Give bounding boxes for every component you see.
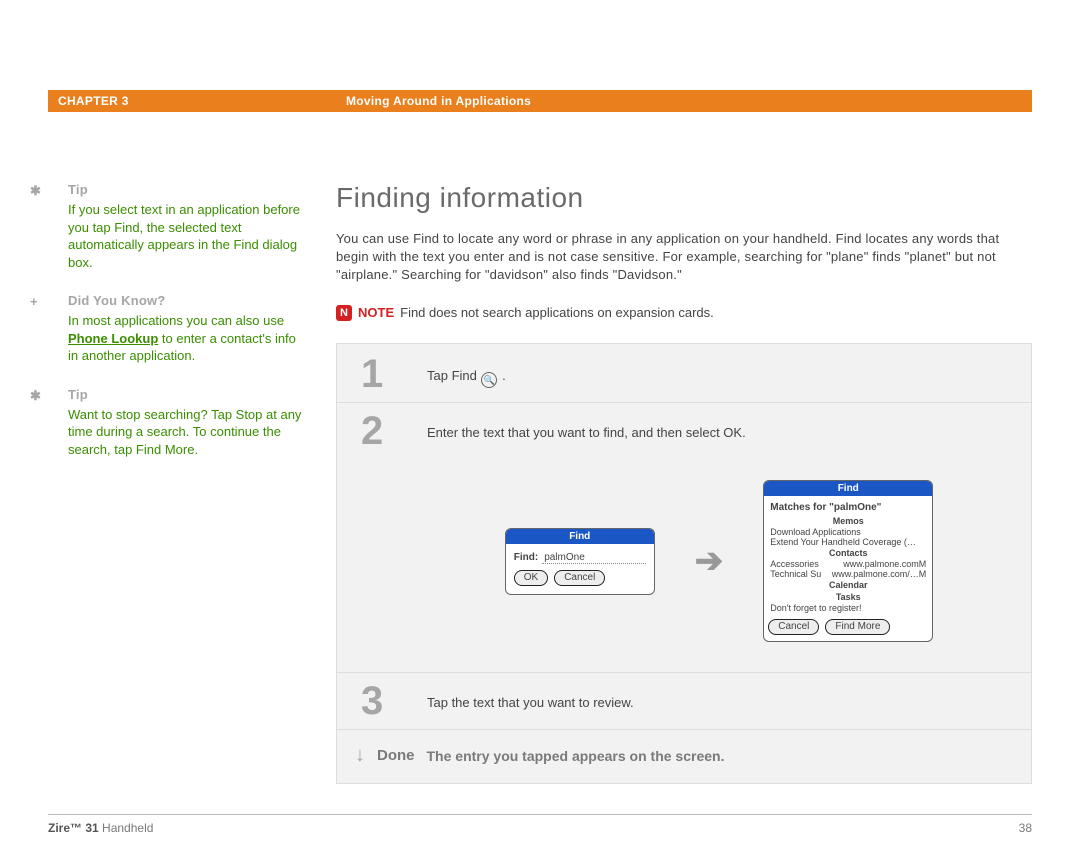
chapter-label: CHAPTER 3 [58, 94, 346, 108]
done-row: ↓ Done The entry you tapped appears on t… [337, 730, 1031, 781]
step-1: 1 Tap Find 🔍 . [337, 346, 1031, 404]
asterisk-icon: ✱ [30, 183, 41, 199]
phone-lookup-link[interactable]: Phone Lookup [68, 331, 158, 346]
tip-heading: Tip [68, 182, 306, 197]
sidebar: ✱ Tip If you select text in an applicati… [48, 182, 336, 784]
note-label: NOTE [358, 305, 394, 320]
results-group: Tasks [768, 591, 928, 603]
step-text: Tap Find 🔍 . [427, 346, 1031, 403]
result-item[interactable]: Technical Su www.palmone.com/…M [768, 569, 928, 579]
find-input[interactable]: palmOne [542, 552, 646, 564]
results-header: Matches for "palmOne" [768, 500, 928, 515]
tip-1: ✱ Tip If you select text in an applicati… [48, 182, 306, 271]
result-item[interactable]: Download Applications [768, 527, 928, 537]
done-text: The entry you tapped appears on the scre… [427, 748, 725, 764]
step-number: 1 [337, 346, 427, 403]
step-number: 3 [337, 673, 427, 729]
footer-brand: Zire™ 31 Handheld [48, 821, 153, 835]
find-dialog: Find Find: palmOne OK Cancel [505, 528, 655, 595]
did-you-know: + Did You Know? In most applications you… [48, 293, 306, 365]
dyk-heading: Did You Know? [68, 293, 306, 308]
note-icon: N [336, 305, 352, 321]
tip-heading: Tip [68, 387, 306, 402]
tip-body: Want to stop searching? Tap Stop at any … [68, 406, 306, 459]
header-bar: CHAPTER 3 Moving Around in Applications [48, 90, 1032, 112]
arrow-right-icon: ➔ [695, 541, 724, 581]
page-number: 38 [1019, 821, 1032, 835]
tip-body: If you select text in an application bef… [68, 201, 306, 271]
find-more-button[interactable]: Find More [825, 619, 890, 635]
note: N NOTE Find does not search applications… [336, 305, 1032, 321]
dialog-title: Find [506, 529, 654, 544]
result-item[interactable]: Extend Your Handheld Coverage (… [768, 537, 928, 547]
step-2: 2 Enter the text that you want to find, … [337, 403, 1031, 673]
dyk-body: In most applications you can also use Ph… [68, 312, 306, 365]
result-item[interactable]: Don't forget to register! [768, 603, 928, 613]
plus-icon: + [30, 294, 38, 309]
step-3: 3 Tap the text that you want to review. [337, 673, 1031, 730]
results-dialog: Find Matches for "palmOne" Memos Downloa… [763, 480, 933, 642]
ok-button[interactable]: OK [514, 570, 548, 586]
arrow-down-icon: ↓ [355, 744, 365, 767]
asterisk-icon: ✱ [30, 388, 41, 404]
results-group: Contacts [768, 547, 928, 559]
results-group: Memos [768, 515, 928, 527]
done-label: Done [377, 747, 415, 764]
tip-2: ✱ Tip Want to stop searching? Tap Stop a… [48, 387, 306, 459]
cancel-button[interactable]: Cancel [768, 619, 819, 635]
result-item[interactable]: Accessories www.palmone.comM [768, 559, 928, 569]
step-text: Tap the text that you want to review. [427, 673, 1031, 729]
intro-text: You can use Find to locate any word or p… [336, 230, 1032, 285]
main-content: Finding information You can use Find to … [336, 182, 1032, 784]
steps: 1 Tap Find 🔍 . 2 Enter the text that you… [336, 343, 1032, 785]
step-number: 2 [337, 403, 427, 672]
page-title: Finding information [336, 182, 1032, 214]
dialog-title: Find [764, 481, 932, 496]
step-text: Enter the text that you want to find, an… [427, 425, 1011, 440]
note-text: Find does not search applications on exp… [400, 305, 714, 320]
footer: Zire™ 31 Handheld 38 [48, 814, 1032, 835]
results-group: Calendar [768, 579, 928, 591]
cancel-button[interactable]: Cancel [554, 570, 605, 586]
find-icon: 🔍 [481, 372, 497, 388]
section-title: Moving Around in Applications [346, 94, 531, 108]
find-label: Find: [514, 552, 538, 563]
